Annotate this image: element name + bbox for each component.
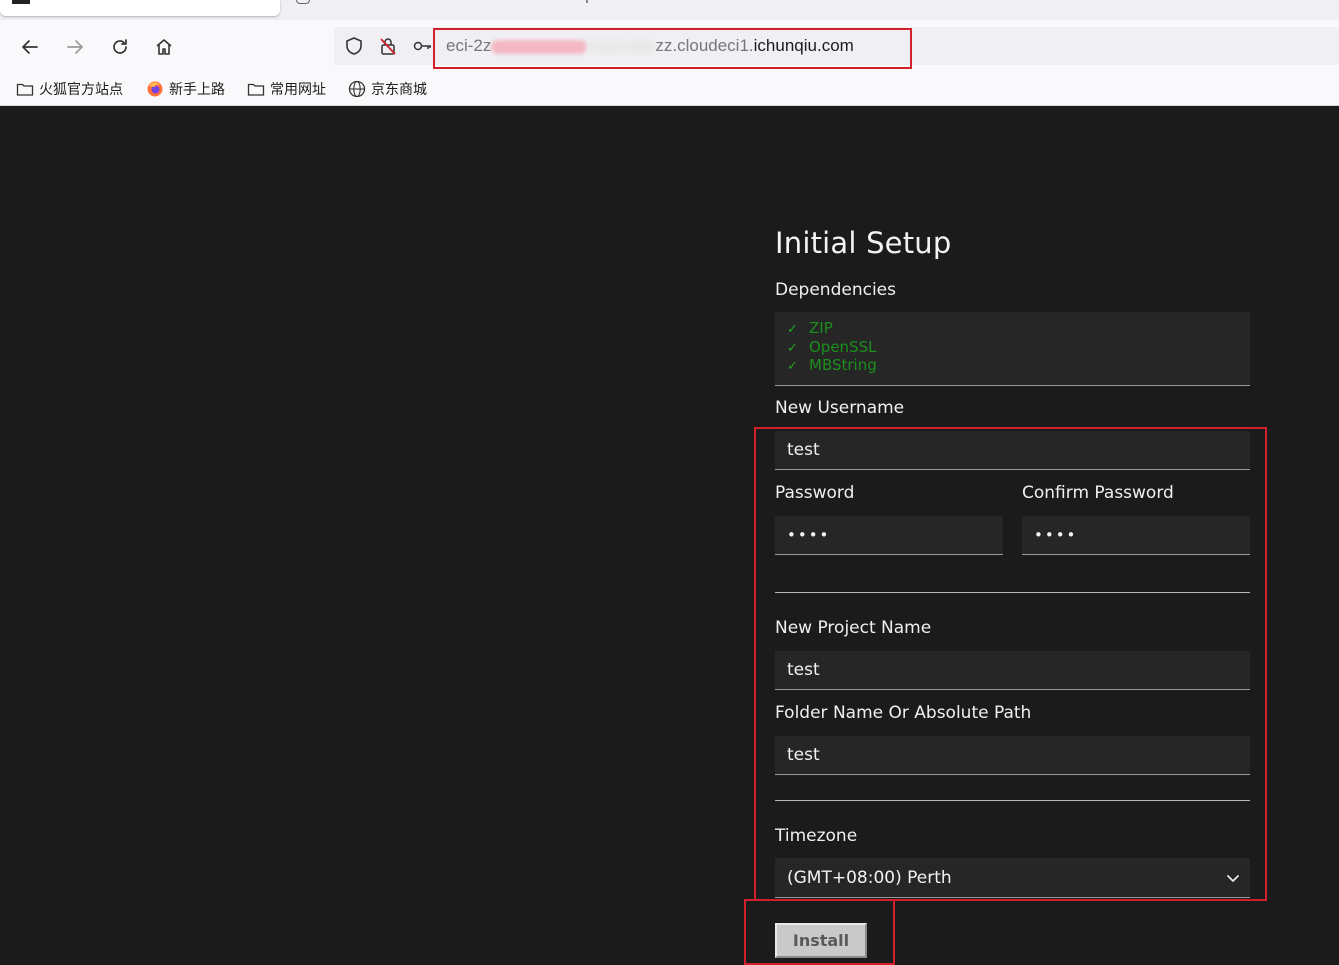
redacted-blur [491, 39, 588, 54]
url-host: ichunqiu.com [753, 36, 854, 55]
dependency-item: ✓ OpenSSL [787, 338, 876, 356]
dependencies-list: ✓ ZIP ✓ OpenSSL ✓ MBString [775, 312, 1250, 386]
dependencies-label: Dependencies [775, 280, 896, 300]
timezone-select[interactable]: (GMT+08:00) Perth [775, 858, 1250, 898]
dependency-label: OpenSSL [809, 338, 877, 356]
bookmark-item[interactable]: 火狐官方站点 [16, 79, 123, 99]
forward-button[interactable] [60, 32, 90, 62]
password-input[interactable]: •••• [775, 516, 1003, 555]
check-icon: ✓ [787, 341, 798, 356]
redacted-blur [587, 39, 628, 54]
firefox-icon [147, 81, 163, 97]
home-icon [156, 39, 172, 55]
url-mid: zz.cloudeci1. [655, 36, 754, 55]
active-tab[interactable] [0, 0, 280, 16]
reload-icon [113, 39, 127, 54]
section-divider [775, 800, 1250, 801]
password-label: Password [775, 483, 855, 503]
folder-icon [16, 83, 34, 96]
bookmark-item[interactable]: 常用网址 [247, 79, 326, 99]
folder-path-label: Folder Name Or Absolute Path [775, 703, 1032, 723]
home-button[interactable] [149, 32, 179, 62]
globe-icon [348, 80, 366, 98]
page-title: Initial Setup [775, 226, 952, 260]
tracking-protection-icon[interactable] [344, 36, 364, 56]
bookmark-label: 京东商城 [371, 82, 427, 98]
bookmark-item[interactable]: 新手上路 [146, 79, 225, 99]
chevron-down-icon [1227, 875, 1239, 882]
confirm-password-label: Confirm Password [1022, 483, 1174, 503]
redacted-blur [627, 39, 656, 54]
bookmark-label: 火狐官方站点 [39, 82, 123, 98]
section-divider [775, 592, 1250, 593]
timezone-label: Timezone [775, 826, 858, 846]
reload-button[interactable] [105, 32, 135, 62]
tab-strip [0, 0, 1339, 20]
install-button[interactable]: Install [775, 923, 867, 958]
back-arrow-icon [22, 40, 38, 54]
confirm-password-input[interactable]: •••• [1022, 516, 1250, 555]
project-name-input[interactable]: test [775, 651, 1250, 690]
username-label: New Username [775, 398, 905, 418]
tab-favicon-icon[interactable] [296, 0, 310, 4]
bookmark-item[interactable]: 京东商城 [348, 79, 427, 99]
dependency-item: ✓ MBString [787, 356, 877, 374]
insecure-connection-icon[interactable] [378, 36, 398, 56]
forward-arrow-icon [67, 40, 83, 54]
back-button[interactable] [15, 32, 45, 62]
project-name-label: New Project Name [775, 618, 932, 638]
username-input[interactable]: test [775, 431, 1250, 470]
check-icon: ✓ [787, 359, 798, 374]
bookmark-label: 常用网址 [270, 82, 326, 98]
tab-favicon-icon [12, 0, 30, 4]
url-prefix: eci-2z [446, 36, 492, 55]
dependency-item: ✓ ZIP [787, 319, 833, 337]
bookmark-label: 新手上路 [169, 82, 225, 98]
dependency-label: MBString [809, 356, 877, 374]
folder-path-input[interactable]: test [775, 736, 1250, 775]
dependency-label: ZIP [809, 319, 833, 337]
timezone-selected-value: (GMT+08:00) Perth [787, 868, 952, 888]
folder-icon [247, 83, 265, 96]
url-text[interactable]: eci-2z zz.cloudeci1.ichunqiu.com [446, 36, 854, 56]
check-icon: ✓ [787, 322, 798, 337]
tab-close-icon[interactable] [586, 0, 588, 3]
key-icon[interactable] [413, 36, 433, 56]
